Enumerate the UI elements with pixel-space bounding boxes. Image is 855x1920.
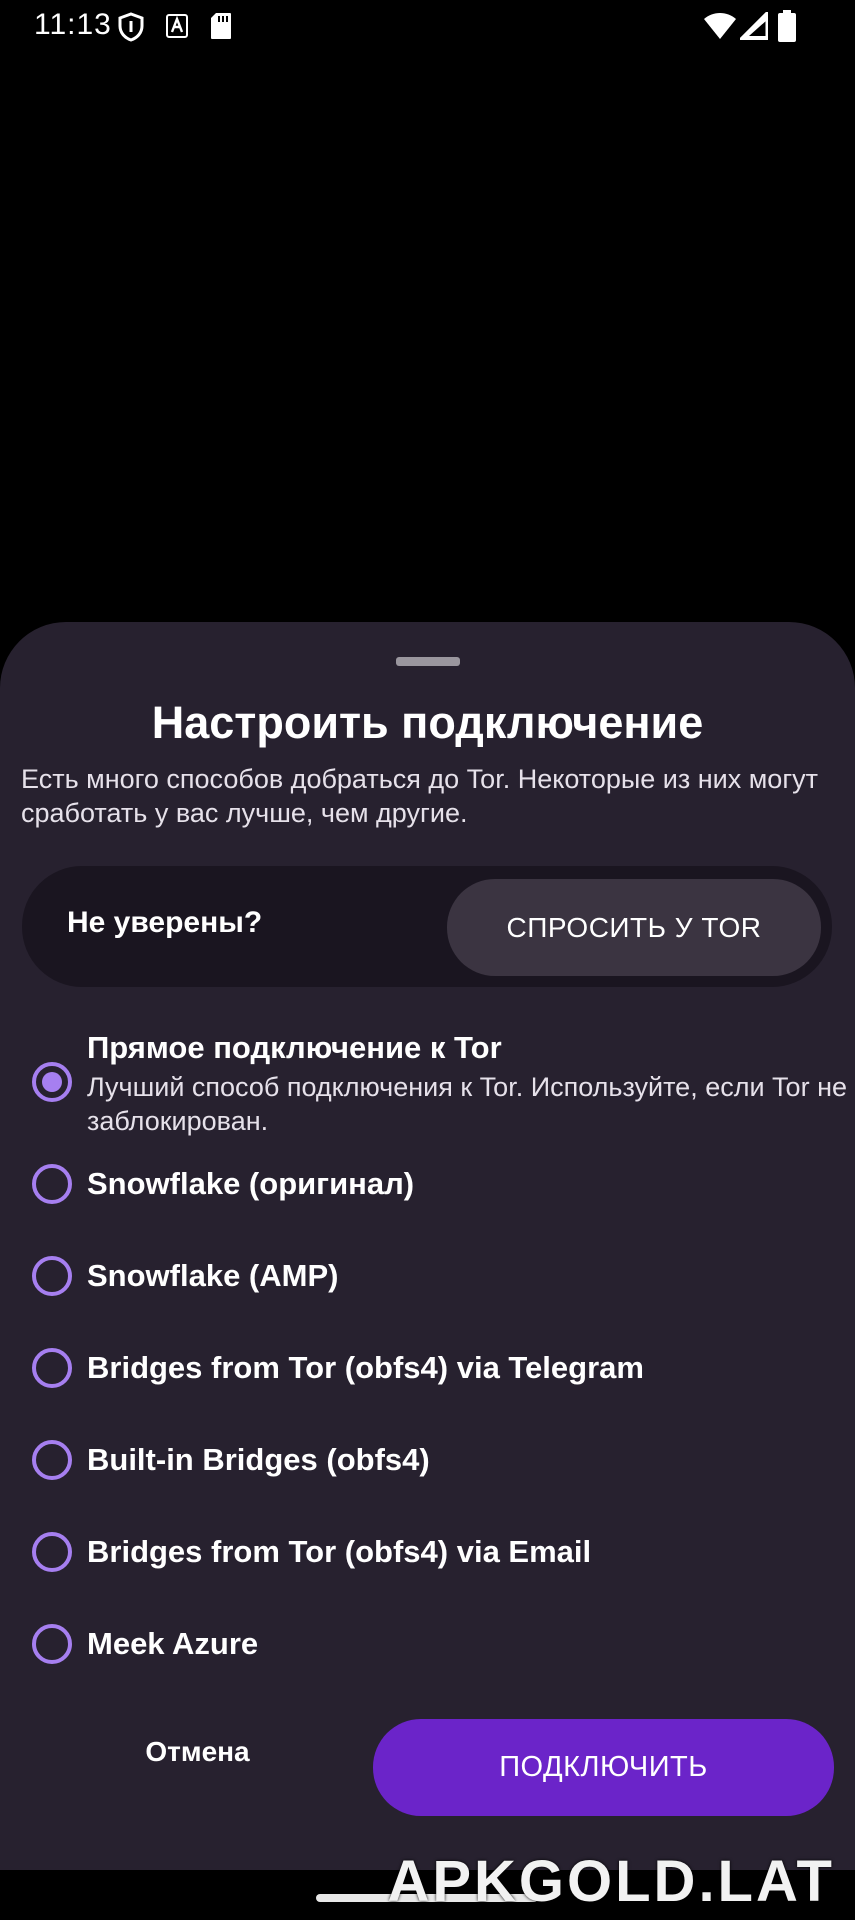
wifi-icon: [704, 13, 736, 39]
option-title: Bridges from Tor (obfs4) via Email: [87, 1534, 592, 1569]
radio-button[interactable]: [32, 1256, 72, 1296]
cellular-signal-icon: [740, 12, 768, 40]
connect-button[interactable]: ПОДКЛЮЧИТЬ: [373, 1719, 834, 1816]
option-meek-azure[interactable]: Meek Azure: [0, 1624, 855, 1684]
connection-config-sheet: Настроить подключение Есть много способо…: [0, 622, 855, 1870]
status-time: 11:13: [34, 8, 112, 41]
drag-handle[interactable]: [396, 657, 460, 666]
option-bridges-email[interactable]: Bridges from Tor (obfs4) via Email: [0, 1532, 855, 1592]
radio-button[interactable]: [32, 1532, 72, 1572]
option-snowflake-original[interactable]: Snowflake (оригинал): [0, 1164, 855, 1224]
radio-button-selected[interactable]: [32, 1062, 72, 1102]
sheet-description: Есть много способов добраться до Tor. Не…: [21, 764, 819, 828]
vpn-shield-icon: [118, 12, 144, 42]
screen: 11:13 Настроить подключение Есть много с…: [0, 0, 855, 1920]
battery-icon: [778, 10, 796, 42]
option-title: Meek Azure: [87, 1626, 259, 1661]
unsure-card: Не уверены? СПРОСИТЬ У TOR: [22, 866, 832, 987]
option-builtin-bridges[interactable]: Built-in Bridges (obfs4): [0, 1440, 855, 1500]
option-description: Лучший способ подключения к Tor. Использ…: [87, 1072, 847, 1136]
option-title: Snowflake (оригинал): [87, 1166, 415, 1201]
radio-button[interactable]: [32, 1348, 72, 1388]
option-title: Bridges from Tor (obfs4) via Telegram: [87, 1350, 644, 1385]
status-bar: 11:13: [0, 0, 855, 52]
option-title: Built-in Bridges (obfs4): [87, 1442, 430, 1477]
sd-card-icon: [211, 13, 231, 39]
option-title: Snowflake (AMP): [87, 1258, 339, 1293]
option-direct-connection[interactable]: Прямое подключение к Tor Лучший способ п…: [0, 1022, 855, 1136]
sheet-title: Настроить подключение: [151, 697, 704, 748]
unsure-label: Не уверены?: [67, 906, 263, 939]
option-title: Прямое подключение к Tor: [87, 1030, 502, 1065]
font-icon: [166, 14, 188, 38]
option-bridges-telegram[interactable]: Bridges from Tor (obfs4) via Telegram: [0, 1348, 855, 1408]
radio-button[interactable]: [32, 1164, 72, 1204]
watermark: APKGOLD.LAT: [387, 1849, 835, 1914]
ask-tor-button[interactable]: СПРОСИТЬ У TOR: [447, 879, 821, 976]
radio-button[interactable]: [32, 1440, 72, 1480]
option-snowflake-amp[interactable]: Snowflake (AMP): [0, 1256, 855, 1316]
cancel-button[interactable]: Отмена: [100, 1717, 295, 1787]
radio-button[interactable]: [32, 1624, 72, 1664]
